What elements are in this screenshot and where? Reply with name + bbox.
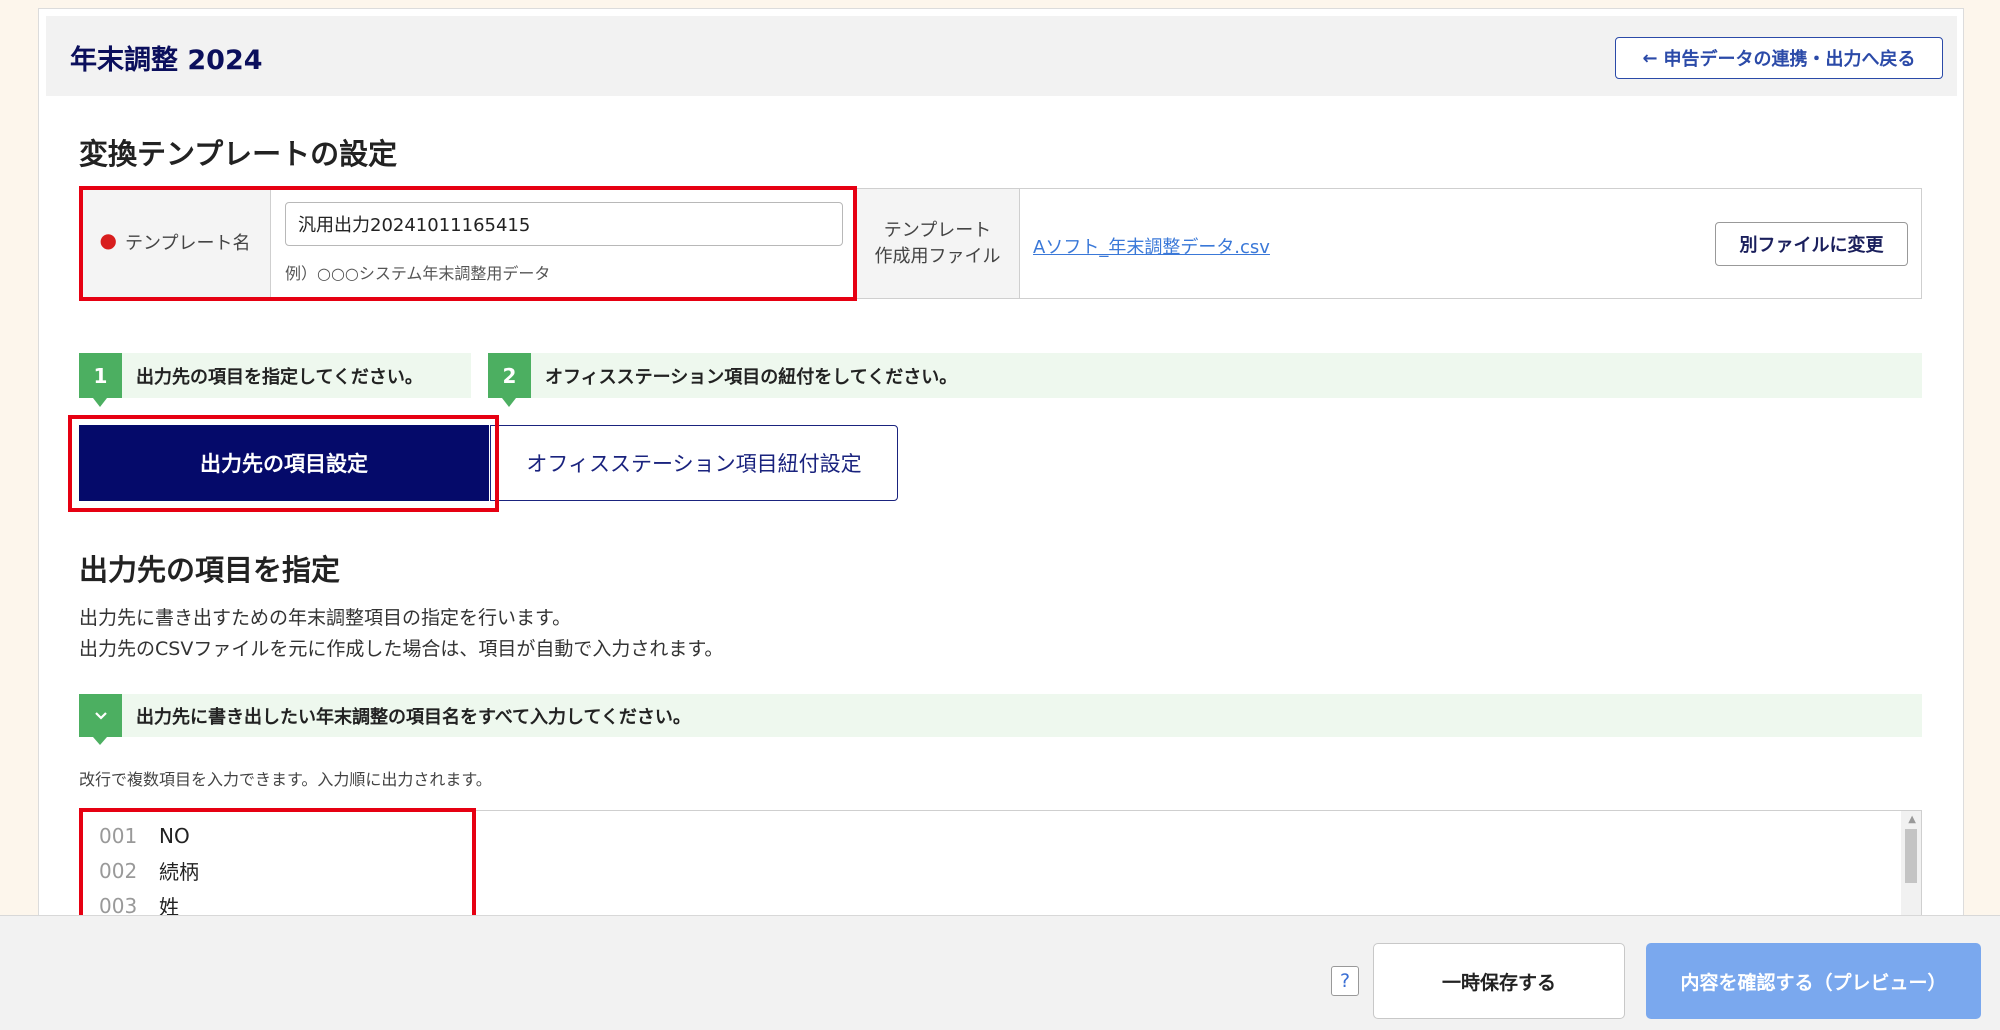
page-title: 年末調整 2024 <box>70 45 263 76</box>
template-file-label-cell: テンプレート 作成用ファイル <box>856 189 1020 298</box>
step-2-number: 2 <box>488 353 531 407</box>
line-number: 001 <box>99 823 138 848</box>
back-button-label: 申告データの連携・出力へ戻る <box>1663 49 1916 70</box>
confirm-preview-button[interactable]: 内容を確認する（プレビュー） <box>1646 943 1981 1019</box>
template-file-label-line2: 作成用ファイル <box>874 245 1001 267</box>
help-icon[interactable]: ? <box>1331 966 1359 996</box>
step-2-label: オフィスステーション項目の紐付をしてください。 <box>545 366 958 388</box>
page-header: 年末調整 2024 ← 申告データの連携・出力へ戻る <box>46 16 1957 96</box>
input-hint: 改行で複数項目を入力できます。入力順に出力されます。 <box>79 770 492 789</box>
template-name-label: テンプレート名 <box>124 232 251 254</box>
arrow-left-icon: ← <box>1642 47 1658 69</box>
required-dot-icon: ● <box>99 227 117 252</box>
tab-output-item-settings[interactable]: 出力先の項目設定 <box>79 425 489 501</box>
template-file-label-line1: テンプレート <box>883 219 992 241</box>
output-items-title: 出力先の項目を指定 <box>79 553 341 587</box>
step-1-label: 出力先の項目を指定してください。 <box>136 366 423 388</box>
instruction-text: 出力先に書き出したい年末調整の項目名をすべて入力してください。 <box>136 706 691 728</box>
description-line-2: 出力先のCSVファイルを元に作成した場合は、項目が自動で入力されます。 <box>79 638 724 660</box>
item-names-textarea[interactable]: 001 NO 002 続柄 003 姓 ▲ <box>79 810 1922 920</box>
template-name-cell: 汎用出力20241011165415 例）○○○システム年末調整用データ <box>271 189 856 298</box>
template-file-cell: Aソフト_年末調整データ.csv 別ファイルに変更 <box>1020 189 1921 298</box>
list-item: 001 NO <box>80 818 190 853</box>
save-draft-button[interactable]: 一時保存する <box>1373 943 1625 1019</box>
section-title: 変換テンプレートの設定 <box>79 137 398 171</box>
output-items-description: 出力先に書き出すための年末調整項目の指定を行います。 出力先のCSVファイルを元… <box>79 603 723 665</box>
line-number: 002 <box>99 858 138 883</box>
scrollbar-thumb[interactable] <box>1905 829 1917 883</box>
template-name-label-cell: ● テンプレート名 <box>80 189 271 298</box>
footer-bar: ? 一時保存する 内容を確認する（プレビュー） <box>0 915 2000 1030</box>
template-settings-table: ● テンプレート名 汎用出力20241011165415 例）○○○システム年末… <box>79 188 1922 299</box>
tab-item-mapping-settings[interactable]: オフィスステーション項目紐付設定 <box>490 425 898 501</box>
back-to-export-button[interactable]: ← 申告データの連携・出力へ戻る <box>1615 37 1943 79</box>
line-value: 続柄 <box>159 860 199 884</box>
line-number: 003 <box>99 893 138 918</box>
scroll-up-icon[interactable]: ▲ <box>1908 814 1916 825</box>
template-name-input[interactable]: 汎用出力20241011165415 <box>285 202 843 246</box>
change-file-button[interactable]: 別ファイルに変更 <box>1715 222 1908 266</box>
template-file-link[interactable]: Aソフト_年末調整データ.csv <box>1033 233 1270 259</box>
list-item: 002 続柄 <box>80 853 199 888</box>
template-name-example: 例）○○○システム年末調整用データ <box>285 264 551 283</box>
description-line-1: 出力先に書き出すための年末調整項目の指定を行います。 <box>79 607 572 629</box>
editor-scrollbar[interactable]: ▲ <box>1901 811 1921 919</box>
step-2-bar: 2 オフィスステーション項目の紐付をしてください。 <box>488 353 1922 407</box>
step-1-number: 1 <box>79 353 122 407</box>
line-value: NO <box>159 823 190 848</box>
instruction-bar: 出力先に書き出したい年末調整の項目名をすべて入力してください。 <box>79 694 1922 745</box>
step-1-bar: 1 出力先の項目を指定してください。 <box>79 353 471 407</box>
chevron-down-icon[interactable] <box>79 694 122 745</box>
